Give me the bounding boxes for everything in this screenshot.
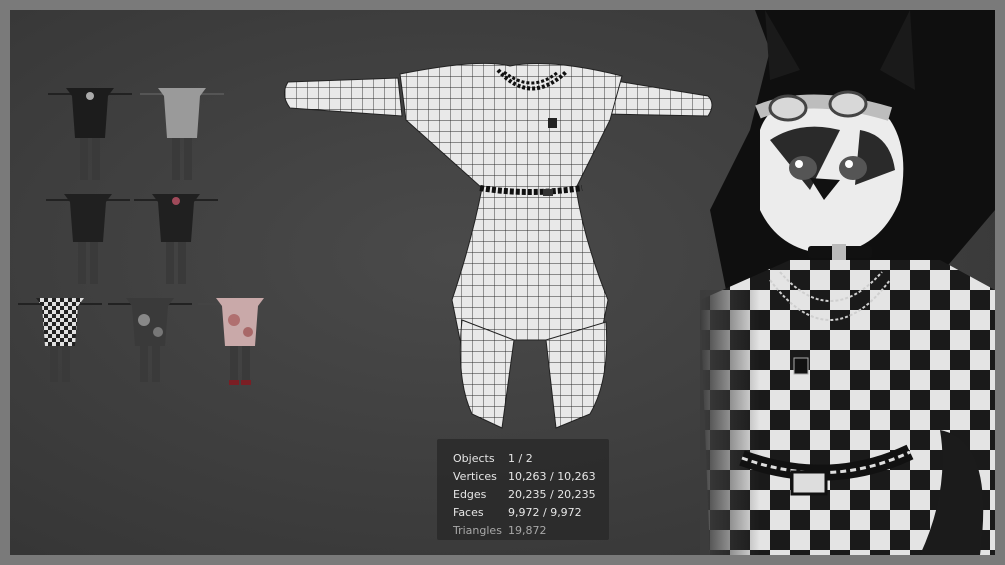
stat-label: Faces (453, 506, 484, 519)
wireframe-mesh[interactable] (284, 62, 713, 429)
outfit-thumbnail[interactable] (18, 298, 102, 382)
stat-value: 19,872 (508, 524, 547, 537)
stat-value: 10,263 / 10,263 (508, 470, 596, 483)
outfit-thumbnail[interactable] (134, 194, 218, 284)
outfit-thumbnails (18, 88, 282, 385)
stat-label: Edges (453, 488, 487, 501)
stat-label: Vertices (453, 470, 497, 483)
stat-value: 1 / 2 (508, 452, 533, 465)
statistics-overlay: Objects 1 / 2 Vertices 10,263 / 10,263 E… (437, 439, 609, 540)
outfit-thumbnail[interactable] (46, 194, 130, 284)
screenshot-frame: Objects 1 / 2 Vertices 10,263 / 10,263 E… (0, 0, 1005, 565)
outfit-thumbnail[interactable] (48, 88, 132, 180)
outfit-thumbnail[interactable] (198, 298, 282, 385)
outfit-thumbnail[interactable] (108, 298, 192, 382)
stat-label: Objects (453, 452, 495, 465)
stat-label: Triangles (453, 524, 502, 537)
character-render (700, 10, 995, 555)
outfit-thumbnail[interactable] (140, 88, 224, 180)
stat-value: 9,972 / 9,972 (508, 506, 582, 519)
3d-viewport[interactable]: Objects 1 / 2 Vertices 10,263 / 10,263 E… (10, 10, 995, 555)
stat-value: 20,235 / 20,235 (508, 488, 596, 501)
